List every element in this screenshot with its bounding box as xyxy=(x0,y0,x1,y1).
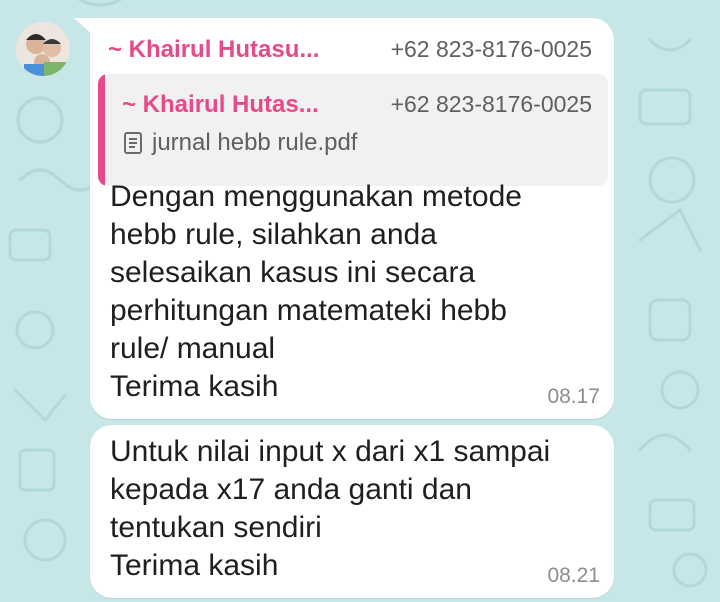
message-line: selesaikan kasus ini secara xyxy=(110,256,476,289)
sender-avatar[interactable] xyxy=(16,22,70,76)
quoted-sender-name: ~ Khairul Hutas... xyxy=(122,91,319,118)
sender-phone[interactable]: +62 823-8176-0025 xyxy=(391,36,592,63)
message-line: Untuk nilai input x dari x1 sampai xyxy=(110,435,551,468)
quoted-file: jurnal hebb rule.pdf xyxy=(124,129,357,157)
document-icon xyxy=(124,132,142,154)
message-bubble[interactable]: Untuk nilai input x dari x1 sampai kepad… xyxy=(90,425,614,598)
quoted-file-name: jurnal hebb rule.pdf xyxy=(152,129,358,156)
sender-name[interactable]: ~ Khairul Hutasu... xyxy=(108,36,319,64)
message-timestamp: 08.17 xyxy=(547,385,600,408)
message-text: Untuk nilai input x dari x1 sampai kepad… xyxy=(110,433,594,585)
message-timestamp: 08.21 xyxy=(547,564,600,587)
quoted-message[interactable]: ~ Khairul Hutas... +62 823-8176-0025 jur… xyxy=(98,74,608,186)
quote-accent-bar xyxy=(98,74,105,186)
message-line: Terima kasih xyxy=(110,549,279,582)
message-line: kepada x17 anda ganti dan xyxy=(110,473,472,506)
message-header: ~ Khairul Hutasu... +62 823-8176-0025 xyxy=(108,36,592,70)
message-bubble[interactable]: ~ Khairul Hutasu... +62 823-8176-0025 ~ … xyxy=(90,18,614,419)
message-line: tentukan sendiri xyxy=(110,511,322,544)
message-text: Dengan menggunakan metode hebb rule, sil… xyxy=(110,178,594,406)
quoted-sender-phone: +62 823-8176-0025 xyxy=(390,91,592,117)
message-line: rule/ manual xyxy=(110,332,276,365)
message-line: perhitungan matemateki hebb xyxy=(110,294,507,327)
message-line: hebb rule, silahkan anda xyxy=(110,218,437,251)
message-line: Terima kasih xyxy=(110,370,279,403)
message-line: Dengan menggunakan metode xyxy=(110,180,522,213)
